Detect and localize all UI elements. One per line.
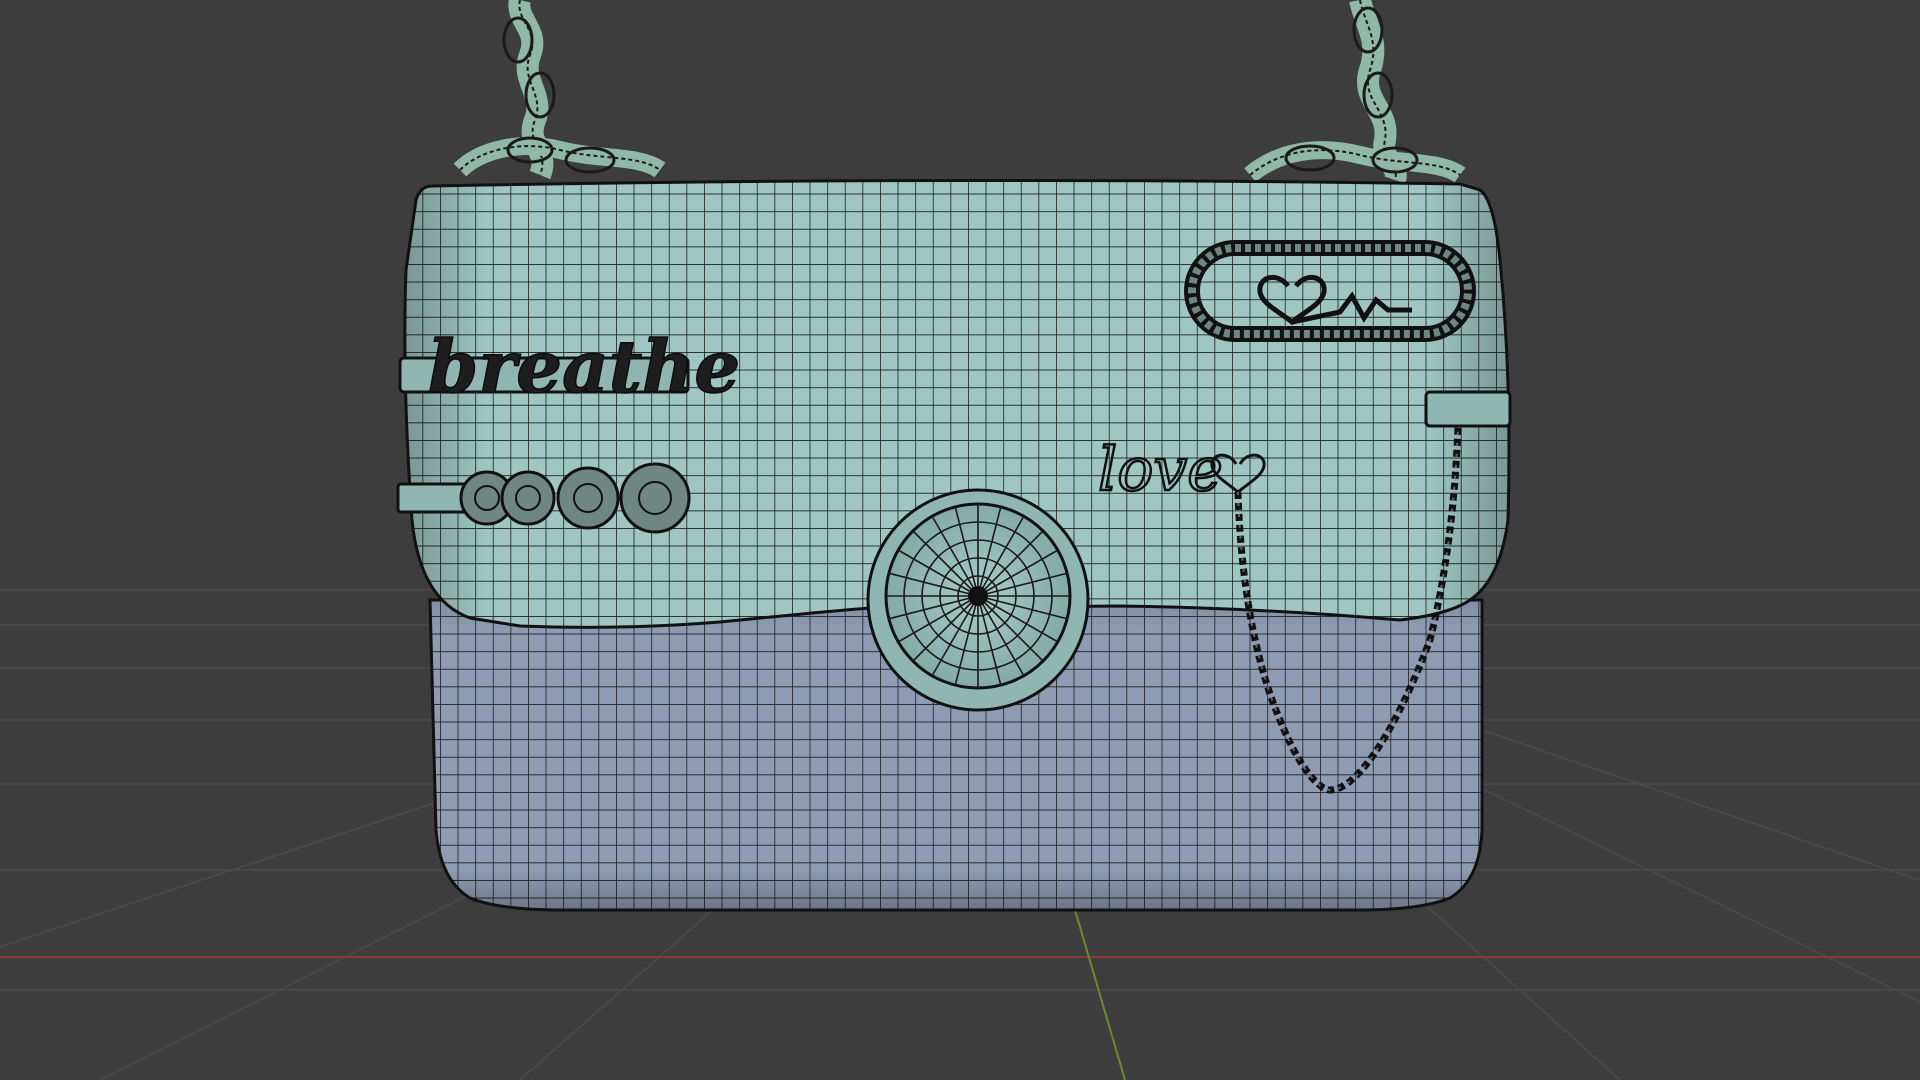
- chain-loop-right[interactable]: [1424, 390, 1512, 428]
- love-script-text: love: [1098, 435, 1223, 505]
- y-axis-line: [1074, 909, 1126, 1080]
- breathe-plate[interactable]: breathe: [398, 323, 741, 410]
- breathe-script-text: breathe: [428, 324, 740, 409]
- chain-strap-right[interactable]: [1244, 0, 1466, 184]
- rivet-2: [500, 470, 556, 526]
- viewport-canvas[interactable]: breathe love: [0, 0, 1920, 1080]
- clasp-knob[interactable]: [866, 488, 1090, 712]
- rivet-4: [619, 462, 691, 534]
- chain-strap-left[interactable]: [453, 0, 666, 180]
- rivet-3: [556, 466, 620, 530]
- 3d-viewport[interactable]: breathe love: [0, 0, 1920, 1080]
